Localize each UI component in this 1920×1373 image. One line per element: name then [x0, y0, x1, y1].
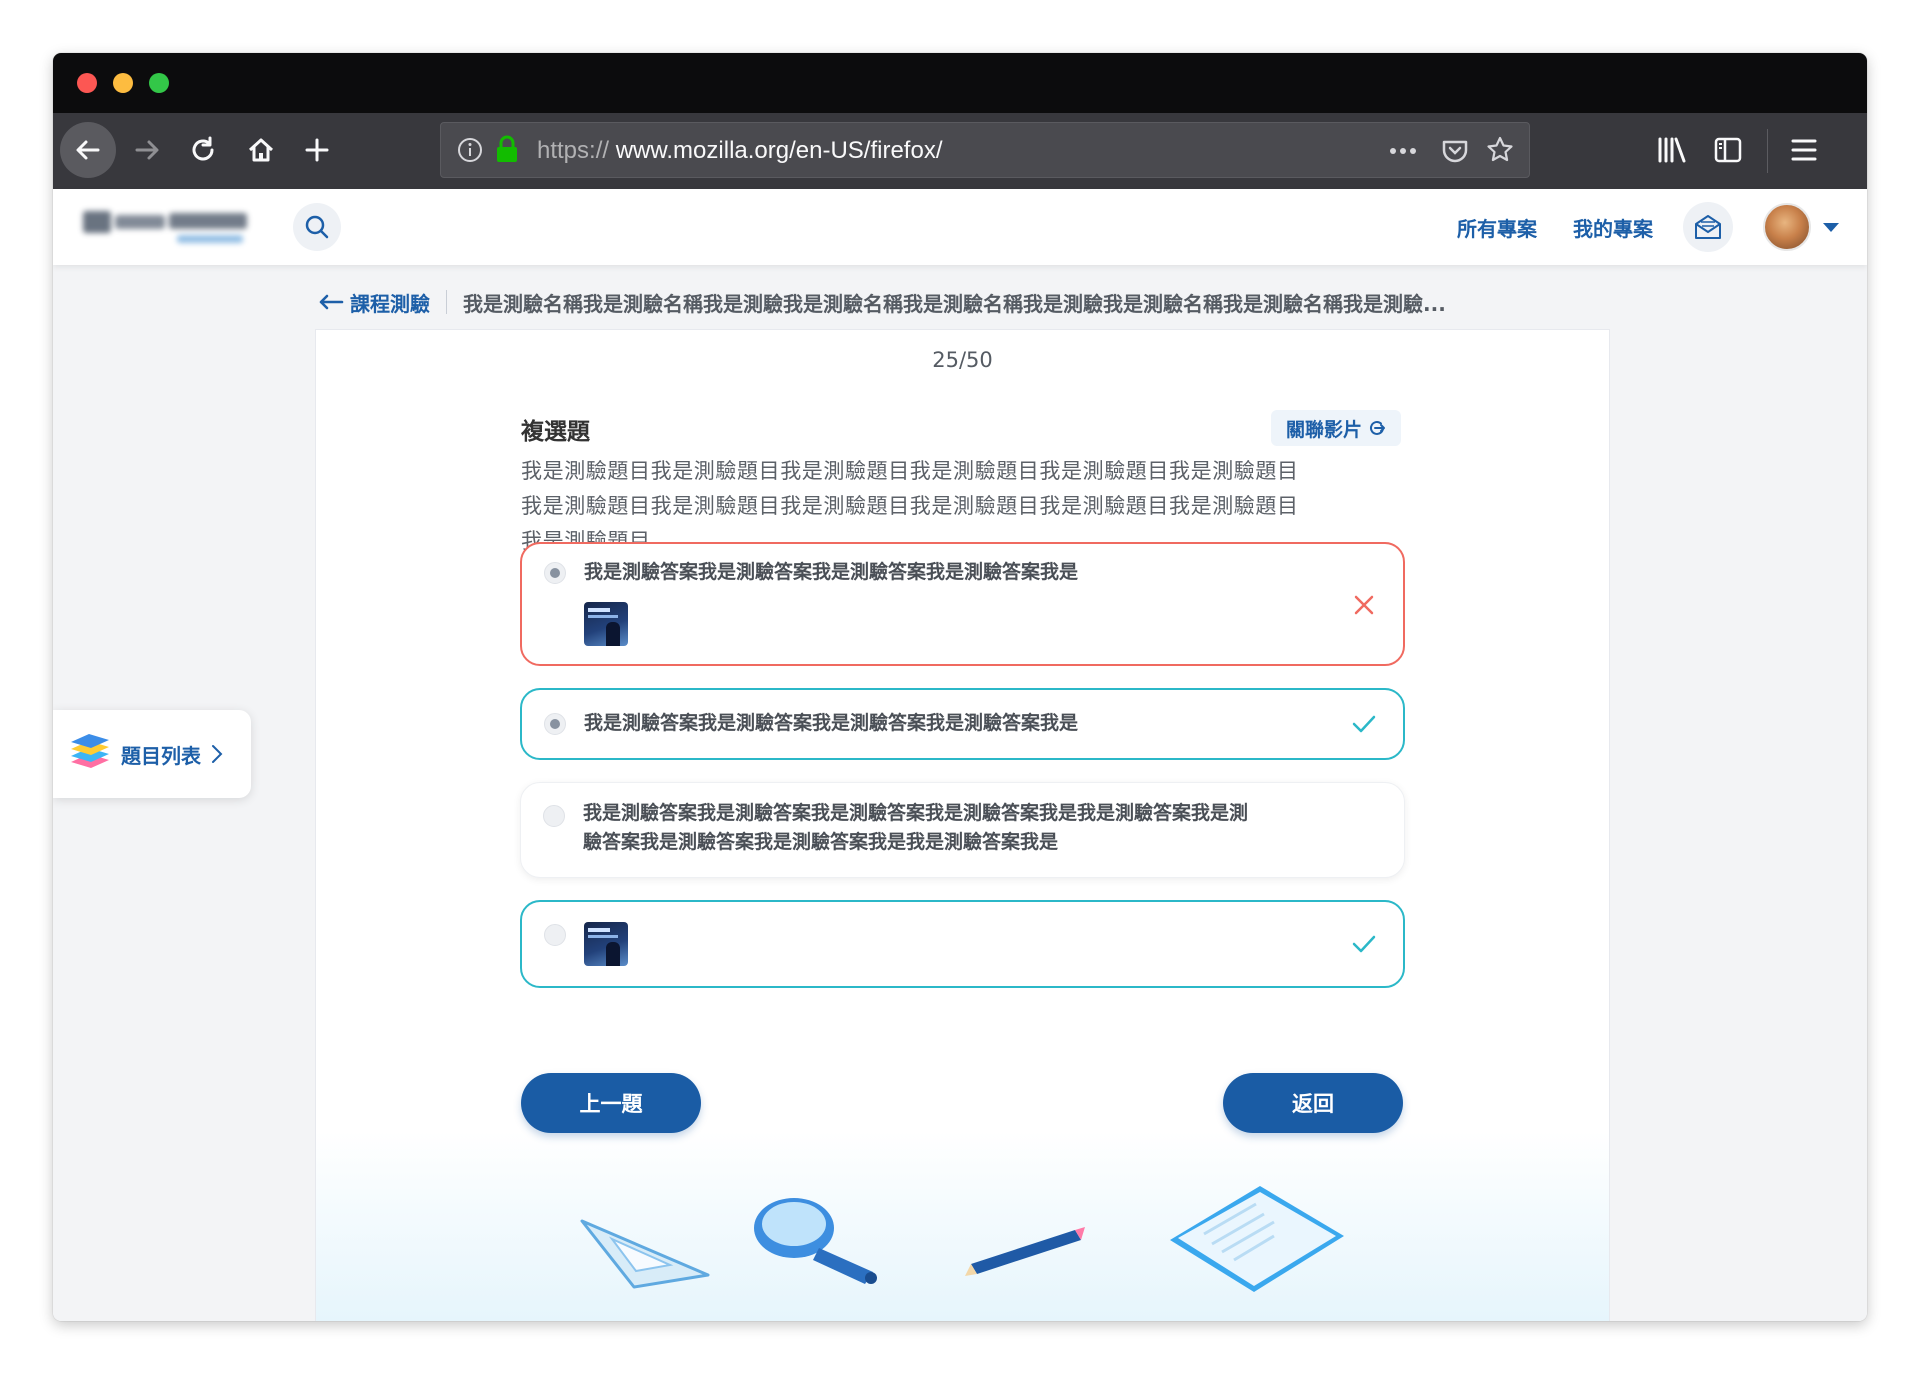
nav-all-projects[interactable]: 所有專案: [1457, 213, 1537, 242]
quiz-list-tab[interactable]: 題目列表: [53, 710, 251, 798]
new-tab-button[interactable]: [293, 126, 341, 174]
option-radio[interactable]: [543, 805, 565, 827]
reload-button[interactable]: [179, 126, 227, 174]
back-button[interactable]: [60, 122, 116, 178]
hamburger-icon: [1791, 139, 1817, 161]
reload-icon: [192, 136, 214, 161]
quiz-title: 我是測驗名稱我是測驗名稱我是測驗我是測驗名稱我是測驗名稱我是測驗我是測驗名稱我是…: [463, 291, 1446, 316]
option-image-thumbnail[interactable]: [584, 602, 628, 646]
books-icon: [71, 734, 109, 768]
nav-my-projects[interactable]: 我的專案: [1573, 213, 1653, 242]
back-button[interactable]: 返回: [1223, 1073, 1403, 1133]
answer-option-2[interactable]: 我是測驗答案我是測驗答案我是測驗答案我是測驗答案我是: [520, 688, 1405, 760]
option-text: 我是測驗答案我是測驗答案我是測驗答案我是測驗答案我是: [584, 561, 1079, 583]
close-icon: [1349, 590, 1379, 620]
question-counter: 25/50: [932, 348, 993, 372]
question-text-line: 我是測驗題目我是測驗題目我是測驗題目我是測驗題目我是測驗題目我是測驗題目: [521, 459, 1299, 483]
breadcrumb: 課程測驗 我是測驗名稱我是測驗名稱我是測驗我是測驗名稱我是測驗名稱我是測驗我是測…: [318, 287, 1503, 317]
home-icon: [248, 138, 274, 162]
info-icon: [458, 138, 482, 162]
dreamplayer-logo[interactable]: [81, 207, 251, 249]
library-icon: [1658, 137, 1686, 163]
close-window-button[interactable]: [77, 73, 97, 93]
answer-option-3[interactable]: 我是測驗答案我是測驗答案我是測驗答案我是測驗答案我是我是測驗答案我是測 驗答案我…: [520, 782, 1405, 878]
user-avatar[interactable]: [1763, 203, 1811, 251]
home-button[interactable]: [237, 126, 285, 174]
open-book-icon: [1170, 1186, 1344, 1292]
question-type: 複選題: [521, 419, 590, 445]
page-content: 所有專案 我的專案 課程測驗 我是測驗名稱我是測驗名稱我是測驗我是測驗名稱我是測…: [53, 189, 1867, 1321]
menu-button[interactable]: [1780, 126, 1828, 174]
sidebar-toggle-button[interactable]: [1704, 126, 1752, 174]
address-bar[interactable]: https:// www.mozilla.org/en-US/firefox/: [440, 122, 1530, 178]
search-button[interactable]: [293, 203, 341, 251]
answer-option-4[interactable]: [520, 900, 1405, 988]
question-card: 25/50 複選題 關聯影片 我是測驗題目我是測驗題目我是測驗題目我是測驗題目我…: [315, 329, 1610, 1321]
check-icon: [1349, 709, 1379, 739]
url-text[interactable]: https:// www.mozilla.org/en-US/firefox/: [537, 137, 942, 165]
previous-question-button[interactable]: 上一題: [521, 1073, 701, 1133]
chevron-down-icon[interactable]: [1823, 223, 1839, 232]
search-icon: [305, 215, 329, 239]
link-out-icon: [1370, 420, 1385, 435]
app-header: 所有專案 我的專案: [53, 189, 1867, 265]
option-radio[interactable]: [544, 562, 566, 584]
back-link-label[interactable]: 課程測驗: [350, 288, 430, 317]
more-icon: [1390, 148, 1416, 154]
option-text: 我是測驗答案我是測驗答案我是測驗答案我是測驗答案我是我是測驗答案我是測 驗答案我…: [583, 799, 1248, 857]
option-text-line: 驗答案我是測驗答案我是測驗答案我是我是測驗答案我是: [583, 831, 1059, 853]
browser-toolbar: https:// www.mozilla.org/en-US/firefox/: [53, 113, 1867, 189]
check-icon: [1349, 929, 1379, 959]
forward-button[interactable]: [123, 126, 171, 174]
magnifier-icon: [754, 1198, 877, 1284]
mail-open-icon: [1695, 215, 1721, 239]
maximize-window-button[interactable]: [149, 73, 169, 93]
answer-option-1[interactable]: 我是測驗答案我是測驗答案我是測驗答案我是測驗答案我是: [520, 542, 1405, 666]
arrow-left-icon: [76, 140, 100, 160]
library-button[interactable]: [1648, 126, 1696, 174]
triangle-ruler-icon: [580, 1219, 710, 1289]
option-text: 我是測驗答案我是測驗答案我是測驗答案我是測驗答案我是: [584, 712, 1079, 734]
related-video-label[interactable]: 關聯影片: [1286, 415, 1362, 442]
bookmark-star-icon: [1487, 136, 1513, 162]
back-to-course-quiz-link[interactable]: 課程測驗: [318, 288, 430, 317]
option-text-line: 我是測驗答案我是測驗答案我是測驗答案我是測驗答案我是我是測驗答案我是測: [583, 802, 1249, 824]
option-radio[interactable]: [544, 713, 566, 735]
arrow-left-icon: [319, 294, 344, 310]
question-text-line: 我是測驗題目我是測驗題目我是測驗題目我是測驗題目我是測驗題目我是測驗題目: [521, 494, 1299, 518]
pencil-icon: [965, 1227, 1085, 1276]
option-image-thumbnail[interactable]: [584, 922, 628, 966]
breadcrumb-divider: [446, 290, 447, 314]
plus-icon: [305, 138, 329, 162]
quiz-list-label: 題目列表: [121, 743, 201, 768]
chevron-right-icon: [212, 745, 223, 763]
arrow-right-icon: [135, 140, 159, 160]
sidebar-icon: [1714, 137, 1742, 163]
option-radio[interactable]: [544, 924, 566, 946]
minimize-window-button[interactable]: [113, 73, 133, 93]
toolbar-divider: [1767, 129, 1768, 173]
related-video-button[interactable]: 關聯影片: [1271, 410, 1401, 446]
browser-window: https:// www.mozilla.org/en-US/firefox/: [53, 53, 1867, 1321]
pocket-icon: [1442, 140, 1468, 163]
inbox-button[interactable]: [1683, 202, 1733, 252]
lock-icon: [497, 135, 517, 162]
title-bar: [53, 53, 1867, 113]
